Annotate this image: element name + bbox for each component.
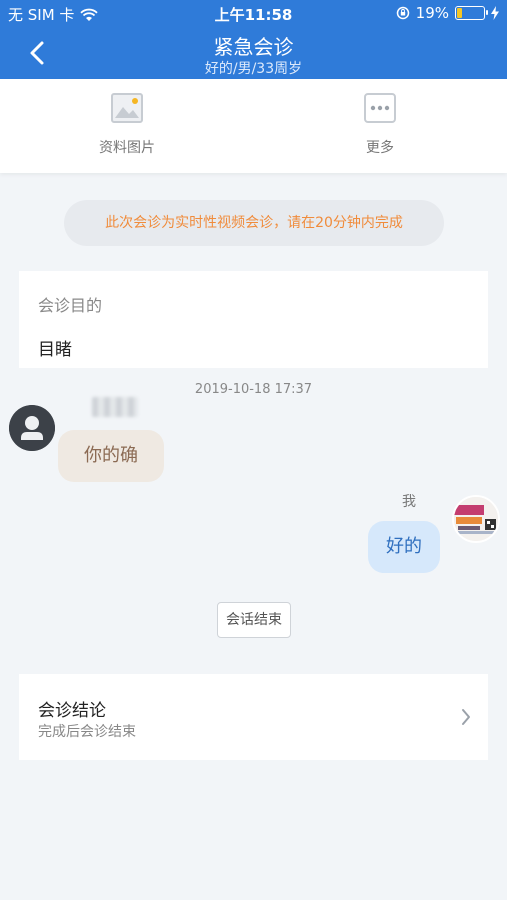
status-bar: 无 SIM 卡 上午11:58 19%: [0, 0, 507, 28]
toolbar-item-more[interactable]: 更多: [320, 93, 440, 157]
patient-info: 好的/男/33周岁: [204, 61, 303, 77]
chevron-right-icon: [462, 709, 470, 725]
sender-name-me: 我: [402, 494, 416, 510]
charging-icon: [491, 6, 499, 20]
consultation-notice: 此次会诊为实时性视频会诊，请在20分钟内完成: [64, 200, 444, 246]
avatar[interactable]: [452, 495, 500, 543]
toolbar-item-label: 资料图片: [99, 140, 155, 156]
toolbar-item-images[interactable]: 资料图片: [67, 93, 187, 157]
user-photo-icon: [454, 497, 498, 541]
sender-name-blurred: [92, 397, 138, 417]
user-avatar-icon: [9, 405, 55, 451]
purpose-card: 会诊目的 目睹: [19, 271, 488, 368]
chat-timestamp: 2019-10-18 17:37: [194, 382, 313, 397]
battery-percent: 19%: [415, 4, 449, 22]
orientation-lock-icon: [396, 6, 409, 20]
top-bar: 无 SIM 卡 上午11:58 19% 紧急会诊 好的/男/33周岁: [0, 0, 507, 79]
toolbar: 资料图片 更多: [0, 79, 507, 173]
avatar[interactable]: [9, 405, 55, 451]
page-title: 紧急会诊: [213, 35, 294, 59]
conclusion-title: 会诊结论: [38, 701, 106, 721]
conclusion-row[interactable]: 会诊结论 完成后会诊结束: [19, 674, 488, 760]
session-ended-tag: 会话结束: [217, 602, 291, 638]
toolbar-item-label: 更多: [366, 140, 394, 156]
message-bubble-incoming[interactable]: 你的确: [58, 430, 164, 482]
more-icon: [364, 93, 396, 123]
purpose-value: 目睹: [38, 340, 72, 360]
battery-fill: [457, 8, 462, 18]
purpose-label: 会诊目的: [38, 296, 103, 315]
conclusion-subtitle: 完成后会诊结束: [38, 724, 136, 740]
battery-icon: [455, 6, 488, 20]
status-right: 19%: [396, 4, 499, 22]
message-bubble-outgoing[interactable]: 好的: [368, 521, 440, 573]
image-icon: [111, 93, 143, 123]
